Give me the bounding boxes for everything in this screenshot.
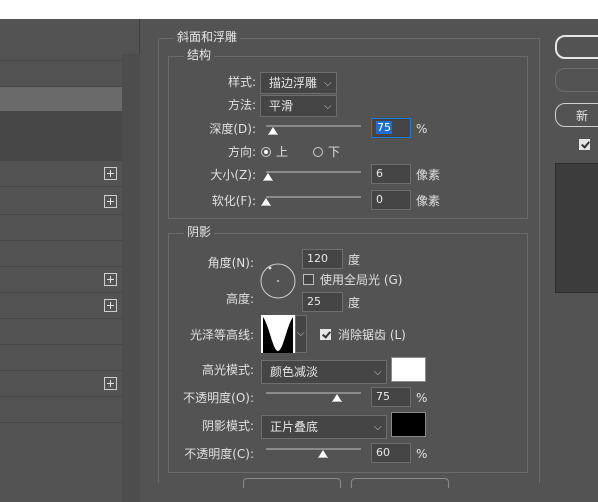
direction-down-label[interactable]: 下 [328,144,340,160]
size-unit: 像素 [416,168,441,182]
chevron-down-icon: ⌵ [297,328,305,339]
ok-button[interactable] [555,35,598,59]
highlight-mode-label: 高光模式: [201,363,254,377]
style-label: 样式: [227,75,256,89]
soften-slider-thumb[interactable] [261,198,271,206]
shadow-opacity-track[interactable] [266,448,361,450]
highlight-mode-value: 颜色减淡 [270,365,319,379]
style-list-item[interactable] [0,111,122,137]
chevron-down-icon: ⌵ [324,78,332,89]
chevron-down-icon: ⌵ [324,101,332,112]
style-list-item[interactable] [0,189,122,215]
global-light-checkbox[interactable] [303,274,314,285]
technique-label: 方法: [227,98,256,112]
reset-default-button[interactable] [351,478,449,488]
shadow-mode-value: 正片叠底 [270,420,319,434]
gloss-contour-preview[interactable] [261,315,295,353]
style-list-item[interactable] [0,35,122,61]
depth-slider-track[interactable] [266,125,361,127]
highlight-opacity-thumb[interactable] [332,394,343,402]
depth-input[interactable]: 75 [371,118,411,138]
style-list-scrollbar[interactable] [122,54,140,502]
depth-unit: % [416,122,428,136]
shading-title: 阴影 [184,225,215,239]
style-list-item[interactable] [0,161,122,187]
style-list-item[interactable] [0,215,122,241]
shadow-mode-select[interactable]: 正片叠底 ⌵ [261,415,387,439]
highlight-opacity-input[interactable]: 75 [371,387,411,407]
size-input[interactable]: 6 [371,164,411,184]
preview-checkbox[interactable] [579,139,590,150]
technique-select-value: 平滑 [269,99,294,113]
cancel-button[interactable] [555,68,598,92]
altitude-label: 高度: [225,292,254,306]
make-default-button[interactable] [243,478,341,488]
direction-down-radio[interactable] [313,147,323,157]
chevron-down-icon: ⌵ [374,422,382,433]
gloss-contour-label: 光泽等高线: [189,328,254,342]
style-list-item[interactable] [0,241,122,267]
new-style-button[interactable]: 新 [555,103,598,127]
chevron-down-icon: ⌵ [374,367,382,378]
style-list-panel [0,19,140,502]
highlight-opacity-label: 不透明度(O): [183,391,254,405]
size-label: 大小(Z): [210,168,256,182]
highlight-color-swatch[interactable] [391,357,426,382]
add-effect-icon[interactable] [104,299,117,312]
structure-title: 结构 [184,48,215,62]
size-slider-track[interactable] [266,171,361,173]
style-list-item[interactable] [0,135,122,161]
size-slider-thumb[interactable] [263,173,274,181]
angle-input[interactable]: 120 [302,249,343,269]
add-effect-icon[interactable] [104,195,117,208]
style-list-item[interactable] [0,397,122,423]
style-list-item[interactable] [0,293,122,319]
shadow-mode-label: 阴影模式: [201,419,254,433]
shadow-opacity-thumb[interactable] [318,450,328,458]
altitude-unit: 度 [348,296,361,310]
style-list-item[interactable] [0,87,122,113]
depth-slider-thumb[interactable] [268,127,279,135]
style-list-item[interactable] [0,345,122,371]
style-select-value: 描边浮雕 [269,76,318,90]
technique-select[interactable]: 平滑 ⌵ [260,95,337,117]
direction-label: 方向: [227,145,256,159]
shadow-opacity-unit: % [416,447,428,461]
highlight-opacity-track[interactable] [266,392,361,394]
dialog-title-bar [0,0,598,19]
shadow-opacity-input[interactable]: 60 [371,443,411,463]
soften-label: 软化(F): [211,194,256,208]
gloss-contour-dropdown[interactable]: ⌵ [295,315,307,353]
add-effect-icon[interactable] [104,377,117,390]
style-list-item[interactable] [0,371,122,397]
add-effect-icon[interactable] [104,273,117,286]
shadow-color-swatch[interactable] [391,412,426,437]
add-effect-icon[interactable] [104,167,117,180]
style-list-item[interactable] [0,61,122,87]
altitude-input[interactable]: 25 [302,292,343,312]
preview-thumbnail [555,163,598,293]
angle-unit: 度 [348,253,361,267]
angle-dial[interactable] [259,262,297,300]
highlight-mode-select[interactable]: 颜色减淡 ⌵ [261,360,387,384]
soften-unit: 像素 [416,194,441,208]
depth-label: 深度(D): [209,122,256,136]
highlight-opacity-unit: % [416,391,428,405]
bevel-emboss-title: 斜面和浮雕 [174,30,241,44]
angle-label: 角度(N): [207,256,254,270]
style-select[interactable]: 描边浮雕 ⌵ [260,72,337,94]
global-light-label[interactable]: 使用全局光 (G) [320,272,402,288]
direction-up-label[interactable]: 上 [276,144,288,160]
style-list-item[interactable] [0,267,122,293]
antialias-checkbox[interactable] [320,329,331,340]
soften-input[interactable]: 0 [371,190,411,210]
shadow-opacity-label: 不透明度(C): [184,447,254,461]
antialias-label[interactable]: 消除锯齿 (L) [338,327,406,343]
new-style-button-label: 新 [576,109,589,123]
soften-slider-track[interactable] [266,196,361,198]
style-list-item[interactable] [0,319,122,345]
direction-up-radio[interactable] [261,147,271,157]
